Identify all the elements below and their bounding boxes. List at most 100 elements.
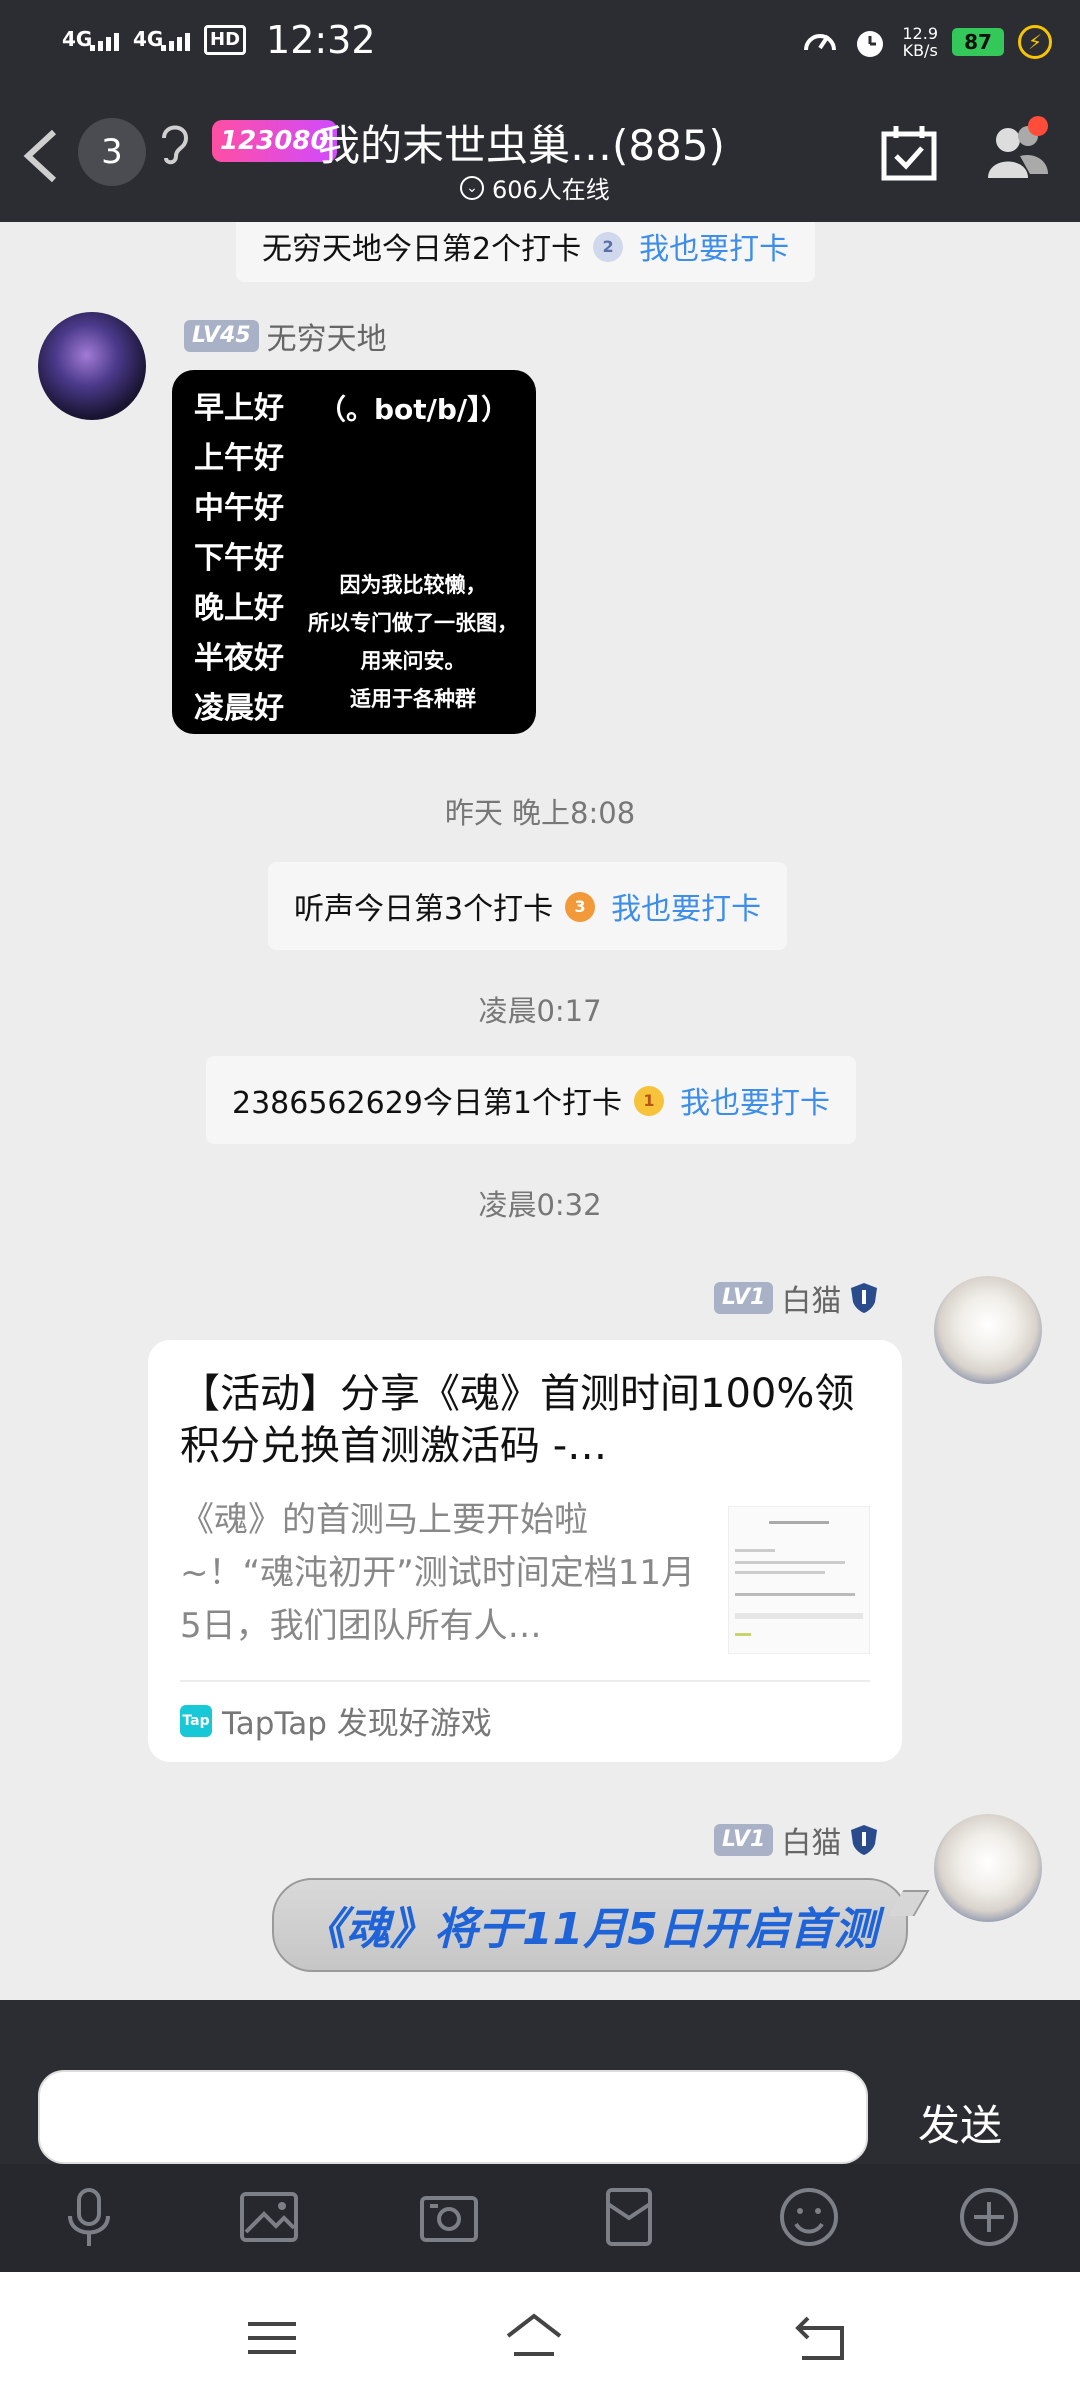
plus-icon[interactable] [956,2184,1022,2250]
check-in-text: 无穷天地今日第2个打卡 [262,232,582,267]
greeting-line: 上午好 [194,441,284,476]
check-in-text: 2386562629今日第1个打卡 [232,1086,622,1121]
note-line: 因为我比较懒， [339,573,487,597]
divider [180,1680,870,1682]
medal-rank: 2 [593,232,624,262]
medal-icon: 3 [563,886,597,926]
microphone-icon[interactable] [56,2184,122,2250]
input-bar: 发送 [0,2000,1080,2164]
net-speed: 12.9 KB/s [902,25,938,59]
greeting-line: 下午好 [194,541,284,576]
emoji-icon[interactable] [776,2184,842,2250]
ear-icon[interactable] [156,120,192,168]
check-in-calendar-icon[interactable] [880,124,938,182]
greeting-line: 凌晨好 [194,691,284,726]
send-button[interactable]: 发送 [918,2092,1002,2153]
image-header-text: （。bot/b/】） [318,393,510,426]
message-text: 《魂》将于11月5日开启首测 [302,1904,878,1955]
shield-icon [851,1825,878,1855]
greeting-line: 晚上好 [194,591,284,626]
group-title[interactable]: 我的末世虫巢…(885) [318,112,725,173]
card-source: Tap TapTap 发现好游戏 [180,1698,492,1743]
status-right: 12.9 KB/s 87 ⚡ [802,24,1052,60]
signal-bars-icon [90,33,119,51]
group-members-button[interactable] [984,116,1052,184]
signal-bars-icon [161,33,190,51]
text-message-bubble[interactable]: 《魂》将于11月5日开启首测 [272,1878,930,1972]
system-nav-bar [0,2272,1080,2400]
level-badge: LV1 [714,1824,774,1856]
hd-voice-badge: HD [204,25,247,55]
check-in-link[interactable]: 我也要打卡 [680,1078,830,1122]
back-icon[interactable] [794,2308,854,2368]
check-in-notice: 2386562629今日第1个打卡 1 我也要打卡 [206,1056,856,1144]
timestamp: 昨天 晚上8:08 [444,796,636,830]
note-line: 所以专门做了一张图， [308,611,518,635]
red-packet-icon[interactable] [596,2184,662,2250]
check-in-notice: 听声今日第3个打卡 3 我也要打卡 [268,862,788,950]
note-line: 用来问安。 [360,649,466,673]
level-badge: LV1 [714,1282,774,1314]
status-bar: 4G 4G HD 12:32 12.9 KB/s 87 ⚡ [0,0,1080,88]
check-in-link[interactable]: 我也要打卡 [639,224,789,268]
message-input[interactable] [38,2070,868,2164]
medal-icon: 1 [632,1080,666,1120]
greeting-line: 中午好 [194,491,284,526]
sender-info: LV1 白猫 [714,1276,879,1320]
net-speed-value: 12.9 [902,24,938,43]
check-in-text: 听声今日第3个打卡 [294,892,554,927]
link-card-message[interactable]: 【活动】分享《魂》首测时间100%领积分兑换首测激活码 -… 《魂》的首测马上要… [148,1340,902,1762]
sender-info: LV1 白猫 [714,1818,879,1862]
image-icon[interactable] [236,2184,302,2250]
sender-nickname[interactable]: 无穷天地 [267,314,387,358]
taptap-logo-icon: Tap [180,1704,212,1737]
timestamp: 凌晨0:17 [478,994,602,1028]
greeting-line: 半夜好 [194,641,284,676]
card-source-label: TapTap 发现好游戏 [222,1706,492,1742]
timestamp: 凌晨0:32 [478,1188,602,1222]
greeting-line: 早上好 [194,391,284,426]
card-description: 《魂》的首测马上要开始啦~！“魂沌初开”测试时间定档11月5日，我们团队所有人… [180,1500,695,1646]
level-badge: LV45 [184,320,259,352]
note-line: 适用于各种群 [350,687,476,711]
battery-indicator: 87 [952,28,1004,56]
status-left: 4G 4G HD 12:32 [62,18,376,62]
online-count[interactable]: ⌄ 606人在线 [460,170,610,205]
signal-1: 4G [62,29,119,51]
sender-nickname[interactable]: 白猫 [781,1276,841,1320]
online-count-label: 606人在线 [492,176,610,204]
alarm-icon [857,31,884,57]
back-arrow-icon[interactable] [20,126,60,186]
check-in-notice: 无穷天地今日第2个打卡 2 我也要打卡 [236,222,816,282]
check-in-link[interactable]: 我也要打卡 [611,884,761,928]
medal-rank: 1 [633,1086,664,1116]
image-message[interactable]: 早上好 上午好 中午好 下午好 晚上好 半夜好 凌晨好 （。bot/b/】） 因… [172,370,536,734]
image-note: 因为我比较懒， 所以专门做了一张图， 用来问安。 适用于各种群 [300,566,526,718]
avatar[interactable] [38,312,146,420]
greeting-list: 早上好 上午好 中午好 下午好 晚上好 半夜好 凌晨好 [194,384,284,734]
chevron-down-icon: ⌄ [460,175,484,200]
medal-icon: 2 [591,226,625,266]
signal-2: 4G [133,29,190,51]
net-speed-unit: KB/s [902,41,938,60]
medal-rank: 3 [565,892,596,922]
charging-bolt-icon: ⚡ [1018,25,1052,59]
avatar[interactable] [934,1814,1042,1922]
speedometer-icon [804,34,837,51]
menu-icon[interactable] [242,2308,302,2368]
camera-icon[interactable] [416,2184,482,2250]
card-title: 【活动】分享《魂》首测时间100%领积分兑换首测激活码 -… [180,1371,855,1469]
chat-header: 3 123080 我的末世虫巢…(885) ⌄ 606人在线 [0,88,1080,222]
sender-nickname[interactable]: 白猫 [781,1818,841,1862]
chat-area[interactable]: 无穷天地今日第2个打卡 2 我也要打卡 LV45 无穷天地 早上好 上午好 中午… [0,222,1080,2000]
bubble-tail [888,1890,930,1916]
card-thumbnail [728,1506,870,1654]
clock: 12:32 [266,18,376,62]
unread-count-badge[interactable]: 3 [78,118,146,186]
shield-icon [851,1283,878,1313]
avatar[interactable] [934,1276,1042,1384]
notification-dot [1028,116,1048,136]
input-toolbar [0,2164,1080,2272]
home-icon[interactable] [504,2308,564,2368]
sender-info: LV45 无穷天地 [184,314,387,358]
